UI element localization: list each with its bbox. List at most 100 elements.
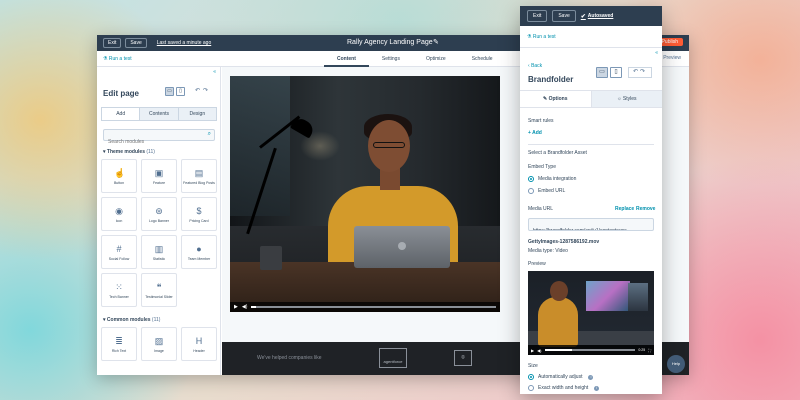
radio-label: Media integration (538, 176, 577, 182)
preview-scene-monitor (586, 281, 630, 311)
radio-media-integration[interactable]: Media integration (528, 176, 576, 182)
radio-button (528, 176, 534, 182)
tab-settings[interactable]: Settings (369, 51, 413, 67)
panel-tabs: ✎ Options ☼ Styles (520, 90, 662, 108)
autosaved-label: Autosaved (587, 13, 614, 19)
tab-styles-label: Styles (622, 96, 637, 102)
run-test-label: Run a test (108, 55, 132, 62)
media-url-label: Media URL (528, 206, 554, 212)
play-icon[interactable]: ▶ (531, 348, 534, 353)
module-logo-banner[interactable]: ⊛ Logo Banner (141, 197, 177, 231)
media-url-input[interactable] (529, 225, 653, 230)
module-featured-blog-posts[interactable]: ▤ Featured Blog Posts (181, 159, 217, 193)
sidebar-tabs: Add Contents Design (101, 107, 217, 121)
video-module[interactable]: ▶ ◀) (230, 76, 500, 312)
module-pricing-card[interactable]: $ Pricing Card (181, 197, 217, 231)
grid-icon: ⁙ (115, 281, 123, 292)
info-icon[interactable]: i (588, 374, 594, 380)
image-icon: ▣ (154, 167, 164, 178)
quote-icon: ❝ (156, 281, 162, 292)
module-team-member[interactable]: ● Team Member (181, 235, 217, 269)
help-button[interactable]: Help (667, 355, 685, 373)
radio-exact-size[interactable]: Exact width and height i (528, 385, 600, 391)
tab-contents[interactable]: Contents (140, 108, 179, 120)
volume-icon[interactable]: ◀) (242, 304, 248, 310)
last-saved-status[interactable]: Last saved a minute ago (157, 40, 211, 46)
embed-type-label: Embed Type (528, 164, 556, 170)
desktop-icon[interactable]: ▭ (596, 67, 608, 78)
module-button[interactable]: ☝ Button (101, 159, 137, 193)
video-progress-bar[interactable] (251, 306, 496, 308)
common-modules-header[interactable]: ▾ Common modules (11) (103, 317, 160, 323)
add-label: Add (532, 130, 542, 136)
divider (528, 144, 654, 145)
module-label: Icon (115, 218, 123, 223)
video-preview[interactable]: ▶ ◀) 0:25 ⛶ (528, 271, 654, 355)
panel-exit-button[interactable]: Exit (527, 10, 548, 22)
logo-strip-text: We've helped companies like (257, 355, 322, 361)
client-logo-icon: ⌾ (454, 350, 472, 366)
client-logo: agentforce (379, 348, 407, 368)
module-label: Testimonial Slider (145, 294, 173, 299)
module-statistic[interactable]: ▥ Statistic (141, 235, 177, 269)
volume-icon[interactable]: ◀) (537, 348, 541, 353)
collapse-sidebar-icon[interactable]: « (213, 69, 216, 75)
tab-content[interactable]: Content (324, 51, 369, 67)
module-testimonial-slider[interactable]: ❝ Testimonial Slider (141, 273, 177, 307)
video-scene-glasses (373, 142, 405, 148)
add-smart-rule-link[interactable]: + Add (528, 130, 542, 136)
common-modules-label: Common modules (106, 317, 151, 323)
play-icon[interactable]: ▶ (234, 304, 238, 310)
tab-optimize[interactable]: Optimize (413, 51, 459, 67)
radio-embed-url[interactable]: Embed URL (528, 188, 565, 194)
panel-run-test-label: Run a test (532, 34, 556, 40)
mobile-icon[interactable]: ▯ (610, 67, 622, 78)
save-button[interactable]: Save (125, 38, 147, 48)
module-header[interactable]: H Header (181, 327, 217, 361)
radio-button (528, 385, 534, 391)
theme-modules-header[interactable]: ▾ Theme modules (11) (103, 149, 155, 155)
module-rich-text[interactable]: ≣ Rich Text (101, 327, 137, 361)
panel-run-test-link[interactable]: ⚗ Run a test (520, 26, 662, 48)
tab-add[interactable]: Add (102, 108, 141, 120)
search-input[interactable] (104, 137, 204, 147)
dollar-icon: $ (196, 205, 202, 216)
panel-undo-redo-icons[interactable]: ↶↷ (628, 67, 652, 78)
radio-auto-adjust[interactable]: Automatically adjust i (528, 374, 594, 380)
video-scene-laptop-logo (398, 242, 406, 250)
module-image[interactable]: ▨ Image (141, 327, 177, 361)
module-search: ⌕ (103, 129, 215, 147)
mobile-icon[interactable]: ▯ (176, 87, 185, 96)
target-icon: ◉ (115, 205, 123, 216)
info-icon[interactable]: i (594, 385, 600, 391)
media-type: Media type: Video (528, 248, 568, 254)
module-icon[interactable]: ◉ Icon (101, 197, 137, 231)
tab-styles[interactable]: ☼ Styles (591, 91, 662, 107)
collapse-panel-icon[interactable]: « (655, 50, 658, 56)
module-label: Image (154, 348, 164, 353)
search-icon[interactable]: ⌕ (208, 131, 211, 138)
module-feature[interactable]: ▣ Feature (141, 159, 177, 193)
undo-redo-icons[interactable]: ↶↷ (195, 87, 211, 94)
tab-options[interactable]: ✎ Options (520, 91, 592, 107)
panel-save-button[interactable]: Save (552, 10, 576, 22)
tab-design[interactable]: Design (178, 108, 216, 120)
preview-scene-monitor-2 (628, 283, 648, 311)
editor-tabs: Content Settings Optimize Schedule (324, 51, 506, 67)
sidebar-title: Edit page (103, 89, 140, 98)
pencil-icon[interactable]: ✎ (433, 38, 439, 46)
replace-link[interactable]: Replace (615, 206, 634, 212)
run-test-link[interactable]: ⚗ Run a test (103, 56, 132, 62)
back-link[interactable]: ‹ Back (528, 63, 542, 69)
module-tech-banner[interactable]: ⁙ Tech Banner (101, 273, 137, 307)
preview-progress-bar[interactable] (544, 349, 636, 351)
desktop-icon[interactable]: ▭ (165, 87, 174, 96)
module-social-follow[interactable]: # Social Follow (101, 235, 137, 269)
tab-schedule[interactable]: Schedule (459, 51, 506, 67)
exit-button[interactable]: Exit (103, 38, 122, 48)
logo-icon: ⊛ (155, 205, 163, 216)
video-scene-mug (260, 246, 282, 270)
fullscreen-icon[interactable]: ⛶ (648, 348, 651, 353)
autosaved-status[interactable]: ✔ Autosaved (581, 13, 614, 20)
remove-link[interactable]: Remove (636, 206, 655, 212)
